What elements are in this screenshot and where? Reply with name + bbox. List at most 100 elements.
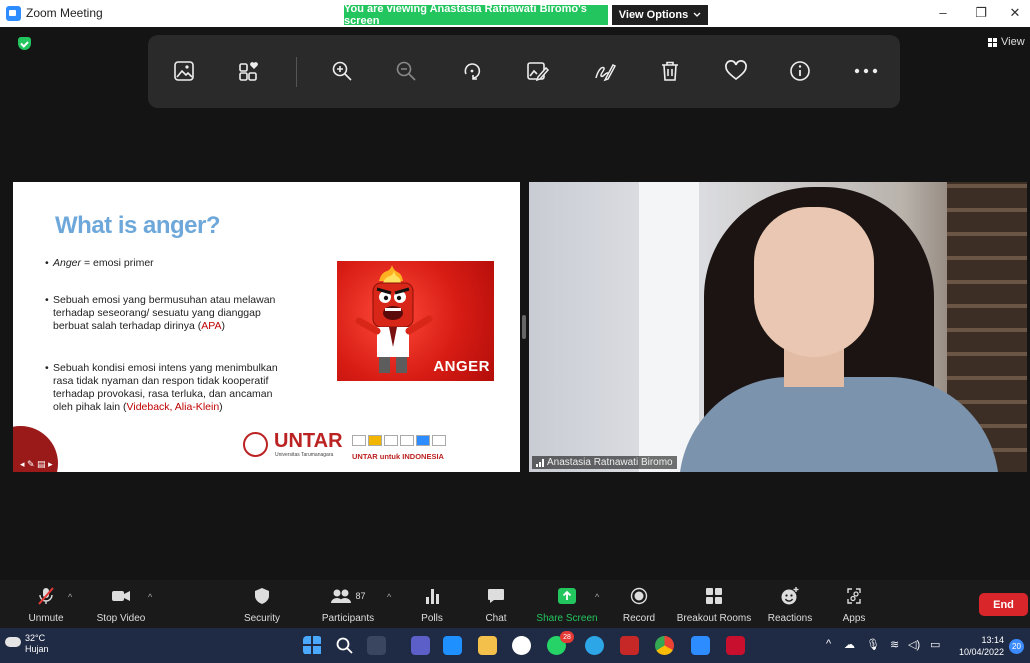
apps-button[interactable]: Apps xyxy=(839,586,869,624)
accreditation-badges xyxy=(352,435,446,446)
participants-button[interactable]: 87 Participants xyxy=(318,586,378,624)
acrobat-icon[interactable] xyxy=(726,636,745,655)
mcafee-icon[interactable] xyxy=(620,636,639,655)
share-screen-icon xyxy=(558,588,576,604)
record-button[interactable]: Record xyxy=(620,586,658,624)
viewing-banner: You are viewing Anastasia Ratnawati Biro… xyxy=(344,3,608,27)
untar-tagline: UNTAR untuk INDONESIA xyxy=(352,452,444,461)
muted-mic-icon xyxy=(38,587,54,605)
slide-bullet-1: • Anger = emosi primer xyxy=(45,257,154,269)
file-explorer-icon[interactable] xyxy=(478,636,497,655)
anger-character-image: ANGER xyxy=(337,261,494,381)
windows-start-icon[interactable] xyxy=(303,636,322,655)
video-background xyxy=(639,182,699,472)
wifi-icon[interactable]: ≋ xyxy=(890,638,899,651)
security-button[interactable]: Security xyxy=(242,586,282,624)
participant-figure xyxy=(754,207,874,357)
onedrive-icon[interactable]: ☁ xyxy=(844,638,855,651)
github-icon[interactable] xyxy=(512,636,531,655)
slide-bullet-2: • Sebuah emosi yang bermusuhan atau mela… xyxy=(45,294,276,332)
participants-icon xyxy=(331,589,352,603)
chrome-icon[interactable] xyxy=(655,636,674,655)
split-drag-handle[interactable] xyxy=(522,315,526,339)
weather-widget[interactable]: 32°C Hujan xyxy=(25,633,49,655)
info-icon[interactable] xyxy=(782,53,818,89)
zoom-in-icon[interactable] xyxy=(324,53,360,89)
shared-screen-slide[interactable]: What is anger? • Anger = emosi primer • S… xyxy=(13,182,520,472)
participant-name-label: Anastasia Ratnawati Biromo xyxy=(532,456,677,469)
heart-icon[interactable] xyxy=(718,53,754,89)
tray-overflow-icon[interactable]: ^ xyxy=(826,638,831,650)
security-shield-icon[interactable] xyxy=(18,37,31,50)
view-options-label: View Options xyxy=(618,9,689,21)
zoom-taskbar-icon[interactable] xyxy=(691,636,710,655)
share-options-caret[interactable]: ^ xyxy=(595,592,599,602)
zoom-out-icon[interactable] xyxy=(388,53,424,89)
polls-icon xyxy=(426,589,439,604)
unmute-button[interactable]: Unmute xyxy=(25,586,67,624)
microphone-icon[interactable]: 🎙 xyxy=(866,638,880,651)
untar-subtitle: Universitas Tarumanagara xyxy=(275,452,334,458)
notification-count-badge[interactable]: 20 xyxy=(1009,639,1024,654)
view-label: View xyxy=(1001,36,1025,48)
signal-strength-icon xyxy=(536,458,544,467)
restore-button[interactable]: ❐ xyxy=(966,4,996,22)
apps-icon xyxy=(847,588,861,604)
whatsapp-badge: 28 xyxy=(560,631,574,643)
view-options-button[interactable]: View Options xyxy=(612,5,708,25)
zoom-app-icon xyxy=(6,6,21,21)
end-meeting-button[interactable]: End xyxy=(979,593,1028,616)
app-icon[interactable] xyxy=(585,636,604,655)
apps-icon[interactable] xyxy=(232,53,268,89)
badge-icon xyxy=(432,435,446,446)
polls-button[interactable]: Polls xyxy=(417,586,447,624)
breakout-rooms-button[interactable]: Breakout Rooms xyxy=(676,586,752,624)
draw-icon[interactable] xyxy=(586,53,622,89)
badge-icon xyxy=(384,435,398,446)
breakout-rooms-icon xyxy=(706,588,722,604)
more-icon[interactable] xyxy=(848,53,884,89)
rotate-icon[interactable] xyxy=(454,53,490,89)
image-viewer-toolbar xyxy=(148,35,900,108)
search-icon[interactable] xyxy=(335,636,354,655)
chat-button[interactable]: Chat xyxy=(481,586,511,624)
badge-icon xyxy=(400,435,414,446)
slide-title: What is anger? xyxy=(55,212,221,239)
participant-video-tile[interactable]: Anastasia Ratnawati Biromo xyxy=(529,182,1027,472)
video-options-caret[interactable]: ^ xyxy=(148,592,152,602)
volume-icon[interactable]: ◁) xyxy=(908,638,920,651)
view-button[interactable]: View xyxy=(988,36,1025,48)
meeting-controls-bar: Unmute ^ Stop Video ^ Security 87 Partic… xyxy=(0,580,1030,628)
participants-count: 87 xyxy=(355,591,366,601)
toolbar-separator xyxy=(296,57,297,87)
chevron-down-icon xyxy=(693,12,701,17)
stop-video-button[interactable]: Stop Video xyxy=(93,586,149,624)
reactions-button[interactable]: Reactions xyxy=(766,586,814,624)
participants-options-caret[interactable]: ^ xyxy=(387,592,391,602)
image-icon[interactable] xyxy=(166,53,202,89)
record-icon xyxy=(630,587,648,605)
untar-logo-icon xyxy=(243,432,268,457)
untar-logo-text: UNTAR xyxy=(274,430,343,452)
minimize-button[interactable]: – xyxy=(928,4,958,22)
anger-label: ANGER xyxy=(433,358,490,375)
widgets-icon[interactable] xyxy=(443,636,462,655)
close-button[interactable]: ✕ xyxy=(1000,4,1030,22)
slide-bullet-3: • Sebuah kondisi emosi intens yang menim… xyxy=(45,362,278,413)
battery-icon[interactable]: ▭ xyxy=(930,638,940,651)
badge-icon xyxy=(416,435,430,446)
cloud-rain-icon xyxy=(5,637,21,647)
shield-icon xyxy=(255,588,269,604)
badge-icon xyxy=(368,435,382,446)
grid-icon xyxy=(988,37,997,47)
title-bar: Zoom Meeting You are viewing Anastasia R… xyxy=(0,0,1030,27)
slide-nav-controls[interactable]: ◂ ✎ ▤ ▸ xyxy=(17,459,56,470)
windows-taskbar: 32°C Hujan 28 ^ ☁ 🎙 ≋ ◁) ▭ 13:14 10/04/2… xyxy=(0,628,1030,663)
audio-options-caret[interactable]: ^ xyxy=(68,592,72,602)
system-clock[interactable]: 13:14 10/04/2022 xyxy=(954,634,1004,658)
teams-chat-icon[interactable] xyxy=(411,636,430,655)
edit-image-icon[interactable] xyxy=(520,53,556,89)
share-screen-button[interactable]: Share Screen xyxy=(536,586,598,624)
trash-icon[interactable] xyxy=(652,53,688,89)
task-view-icon[interactable] xyxy=(367,636,386,655)
